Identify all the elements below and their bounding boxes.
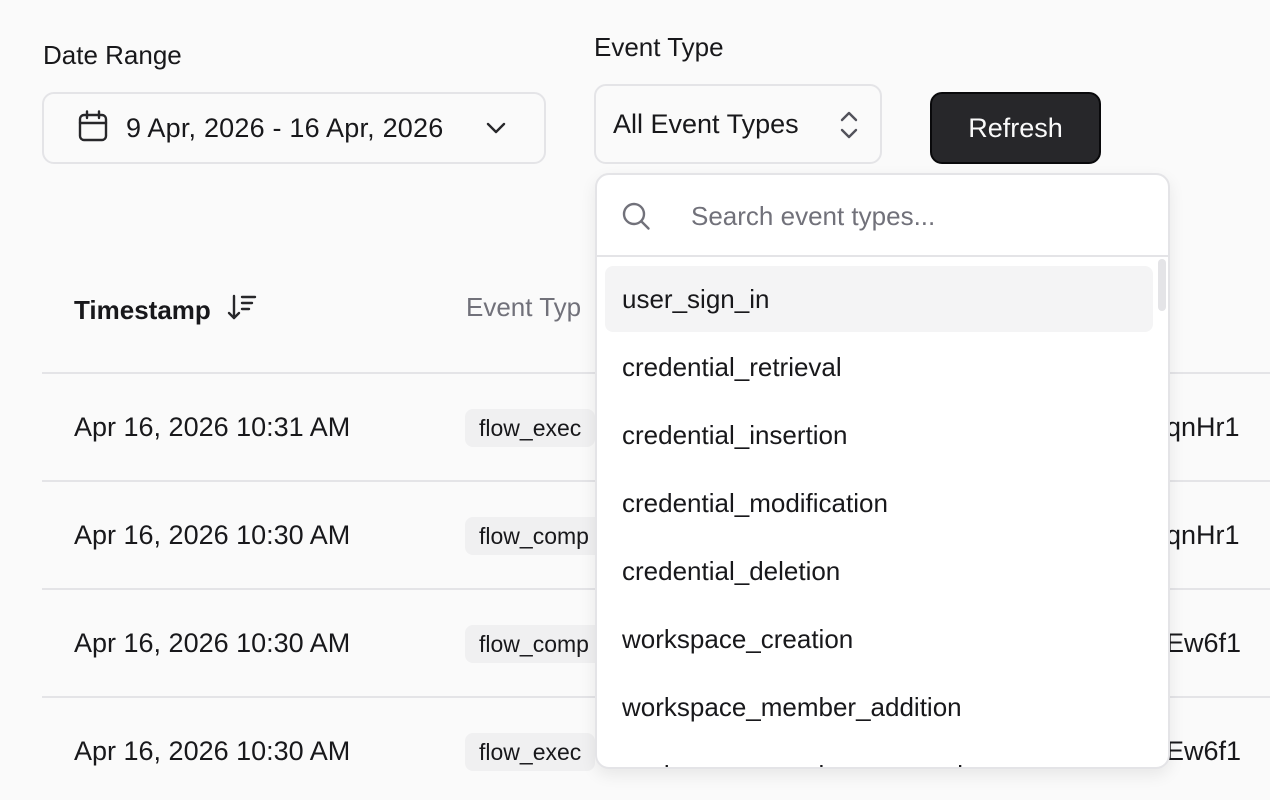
event-badge: flow_comp	[465, 625, 603, 663]
refresh-button[interactable]: Refresh	[930, 92, 1101, 164]
event-type-dropdown: user_sign_in credential_retrieval creden…	[595, 173, 1170, 769]
option-workspace-member-addition[interactable]: workspace_member_addition	[605, 674, 1153, 740]
chevron-down-icon	[484, 116, 508, 145]
option-credential-retrieval[interactable]: credential_retrieval	[605, 334, 1153, 400]
event-badge: flow_exec	[465, 409, 596, 447]
search-icon	[621, 201, 651, 236]
event-type-column-header[interactable]: Event Typ	[466, 292, 581, 323]
option-credential-insertion[interactable]: credential_insertion	[605, 402, 1153, 468]
row-timestamp: Apr 16, 2026 10:30 AM	[74, 520, 351, 550]
date-range-picker[interactable]: 9 Apr, 2026 - 16 Apr, 2026	[42, 92, 546, 164]
calendar-icon	[78, 109, 108, 147]
row-id: Ew6f1	[1166, 628, 1242, 658]
dropdown-search-row	[597, 175, 1168, 257]
option-workspace-creation[interactable]: workspace_creation	[605, 606, 1153, 672]
event-type-select[interactable]: All Event Types	[594, 84, 882, 164]
timestamp-column-header[interactable]: Timestamp	[74, 292, 257, 329]
timestamp-header-label: Timestamp	[74, 295, 211, 325]
date-range-label: Date Range	[43, 40, 182, 70]
dropdown-scrollbar[interactable]	[1158, 259, 1166, 311]
option-credential-modification[interactable]: credential_modification	[605, 470, 1153, 536]
event-type-label: Event Type	[594, 32, 724, 62]
option-user-sign-in[interactable]: user_sign_in	[605, 266, 1153, 332]
row-timestamp: Apr 16, 2026 10:30 AM	[74, 736, 351, 766]
row-id: qnHr1	[1166, 412, 1240, 442]
audit-log-page: Date Range 9 Apr, 2026 - 16 Apr, 2026 Ev…	[0, 0, 1270, 800]
event-type-value: All Event Types	[613, 108, 799, 139]
row-timestamp: Apr 16, 2026 10:30 AM	[74, 628, 351, 658]
event-badge: flow_comp	[465, 517, 603, 555]
row-timestamp: Apr 16, 2026 10:31 AM	[74, 412, 351, 442]
sort-descending-icon[interactable]	[227, 292, 257, 329]
option-credential-deletion[interactable]: credential_deletion	[605, 538, 1153, 604]
event-badge: flow_exec	[465, 733, 596, 771]
event-type-search-input[interactable]	[691, 195, 1131, 237]
date-range-value: 9 Apr, 2026 - 16 Apr, 2026	[126, 112, 444, 143]
row-id: Ew6f1	[1166, 736, 1242, 766]
chevrons-up-down-icon	[838, 110, 860, 145]
row-id: qnHr1	[1166, 520, 1240, 550]
option-workspace-member-removal[interactable]: workspace_member_removal	[605, 742, 1153, 768]
